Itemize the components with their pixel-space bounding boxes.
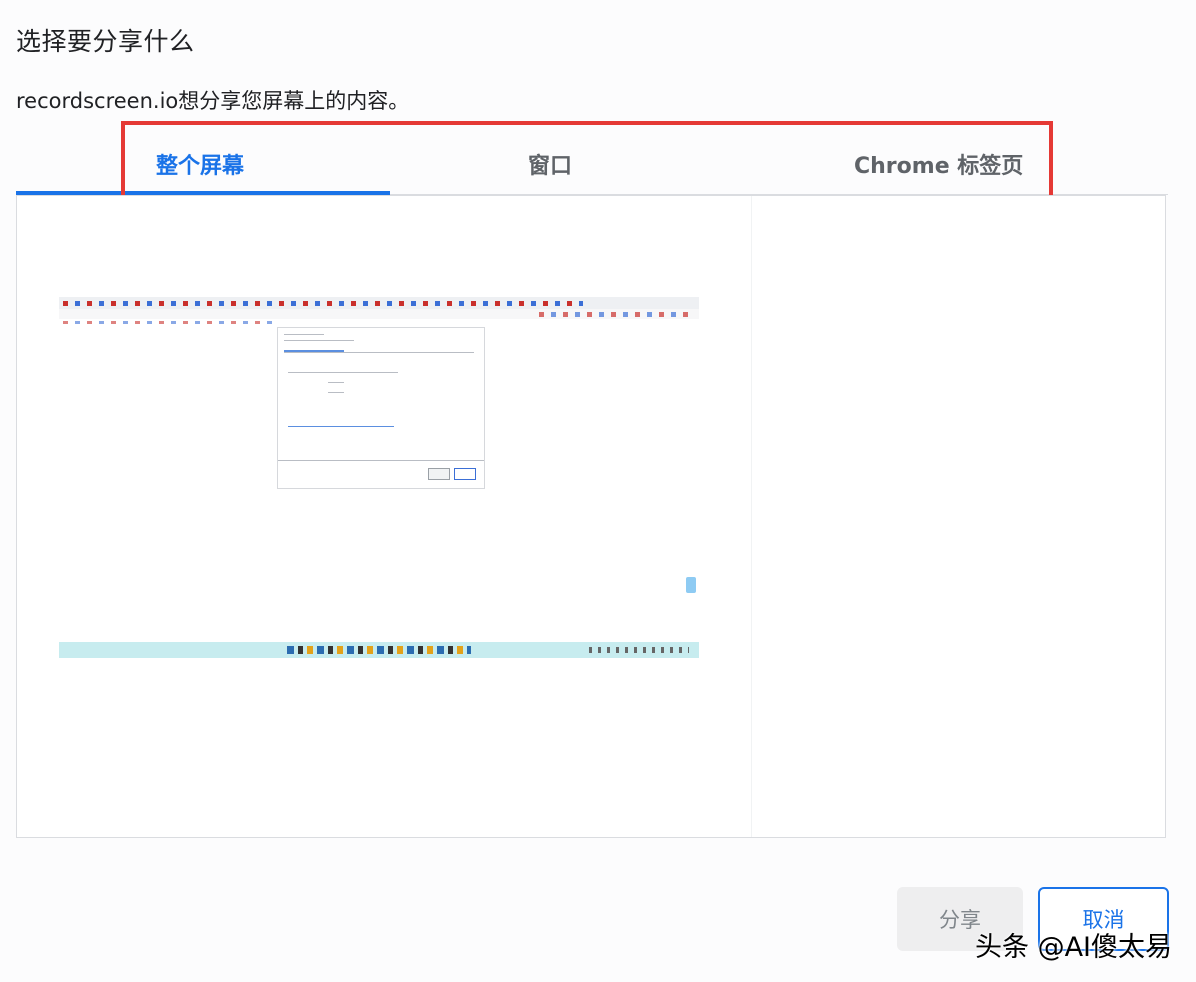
source-tabs: 整个屏幕 窗口 Chrome 标签页	[16, 130, 1168, 196]
screen-thumbnail[interactable]	[59, 297, 699, 659]
thumbnail-tab-strip	[59, 297, 699, 309]
dialog-title: 选择要分享什么	[16, 27, 195, 56]
thumbnail-taskbar	[59, 642, 699, 658]
tab-entire-screen[interactable]: 整个屏幕	[156, 148, 244, 180]
source-picker-panel	[16, 195, 1166, 838]
share-screen-dialog: 选择要分享什么 recordscreen.io想分享您屏幕上的内容。 整个屏幕 …	[0, 0, 1196, 982]
dialog-subtitle: recordscreen.io想分享您屏幕上的内容。	[16, 89, 410, 113]
watermark-text: 头条 @AI傻太易	[975, 932, 1173, 963]
thumbnail-dialog-window	[277, 327, 485, 489]
panel-divider	[751, 196, 752, 837]
tab-window[interactable]: 窗口	[528, 148, 572, 180]
tab-chrome-tab[interactable]: Chrome 标签页	[854, 148, 1023, 180]
phone-icon	[686, 577, 696, 593]
thumbnail-address-bar	[59, 309, 699, 319]
